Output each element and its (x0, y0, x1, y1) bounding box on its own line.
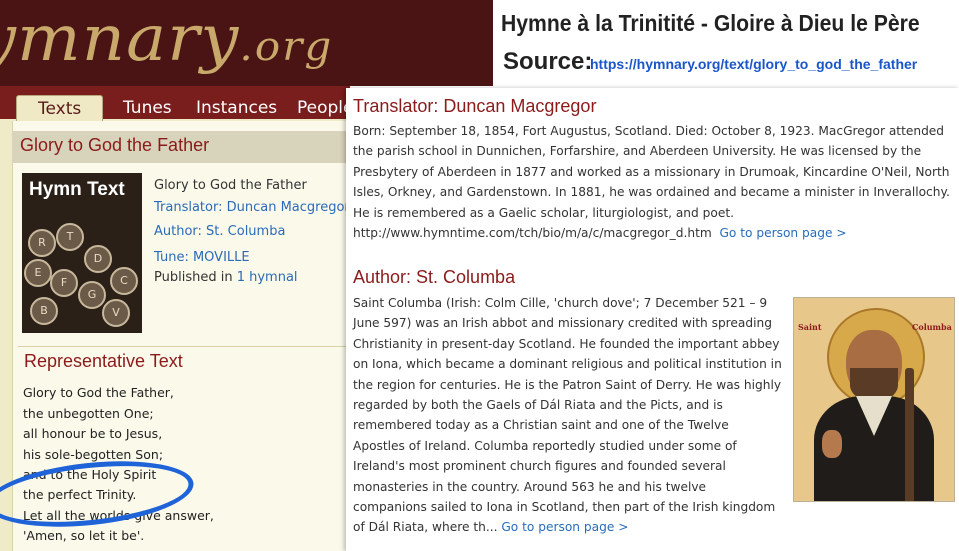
hymn-info-title: Glory to God the Father (154, 178, 307, 193)
typewriter-key: G (78, 281, 106, 309)
typewriter-key: C (110, 267, 138, 295)
translator-bio-text: Born: September 18, 1854, Fort Augustus,… (353, 124, 950, 241)
author-bio: Saint Columba (Irish: Colm Cille, 'churc… (353, 293, 783, 538)
translator-heading: Translator: Duncan Macgregor (353, 96, 597, 116)
source-url-link[interactable]: https://hymnary.org/text/glory_to_god_th… (590, 56, 917, 72)
tune-link[interactable]: Tune: MOVILLE (154, 250, 250, 265)
typewriter-key: T (56, 223, 84, 251)
hymn-image-caption: Hymn Text (29, 179, 125, 200)
logo-suffix: .org (239, 24, 334, 70)
site-logo[interactable]: ymnary.org (0, 2, 333, 76)
published-info: Published in 1 hymnal (154, 270, 298, 285)
author-link[interactable]: Author: St. Columba (154, 224, 285, 239)
hymnal-count-link[interactable]: 1 hymnal (237, 270, 298, 285)
verse-line: all honour be to Jesus, (23, 426, 163, 441)
typewriter-key: F (50, 269, 78, 297)
author-bio-text: Saint Columba (Irish: Colm Cille, 'churc… (353, 296, 782, 535)
logo-text: ymnary (0, 2, 240, 76)
tab-people[interactable]: People (297, 95, 353, 121)
site-header: ymnary.org (0, 0, 493, 86)
typewriter-key: E (24, 259, 52, 287)
caption-title: Hymne à la Trinitité - Gloire à Dieu le … (501, 10, 920, 36)
verse-line: his sole-begotten Son; (23, 447, 164, 462)
verse-line: the unbegotten One; (23, 406, 154, 421)
source-label: Source: (503, 48, 593, 75)
translator-person-page-link[interactable]: Go to person page > (719, 226, 846, 240)
hymn-text-image: Hymn Text R T E D F G C V B (22, 173, 142, 333)
verse-line: Glory to God the Father, (23, 385, 174, 400)
icon-label-right: Columba (912, 322, 952, 332)
tab-instances[interactable]: Instances (196, 95, 277, 121)
staff (905, 368, 914, 501)
typewriter-key: B (30, 297, 58, 325)
raised-hand (822, 430, 842, 458)
typewriter-key: R (28, 229, 56, 257)
representative-text-heading: Representative Text (24, 351, 183, 371)
author-person-page-link[interactable]: Go to person page > (501, 520, 628, 534)
icon-label-left: Saint (798, 322, 822, 332)
tab-texts[interactable]: Texts (16, 95, 104, 122)
typewriter-key: V (102, 299, 130, 327)
translator-bio: Born: September 18, 1854, Fort Augustus,… (353, 121, 956, 243)
verse-line: 'Amen, so let it be'. (23, 528, 145, 543)
tab-tunes[interactable]: Tunes (123, 95, 172, 121)
typewriter-key: D (84, 245, 112, 273)
section-divider (18, 346, 348, 347)
page-title: Glory to God the Father (20, 135, 210, 155)
author-heading: Author: St. Columba (353, 267, 516, 287)
translator-link[interactable]: Translator: Duncan Macgregor (154, 200, 350, 215)
published-prefix: Published in (154, 270, 233, 285)
saint-columba-portrait: Saint Columba (793, 297, 955, 502)
